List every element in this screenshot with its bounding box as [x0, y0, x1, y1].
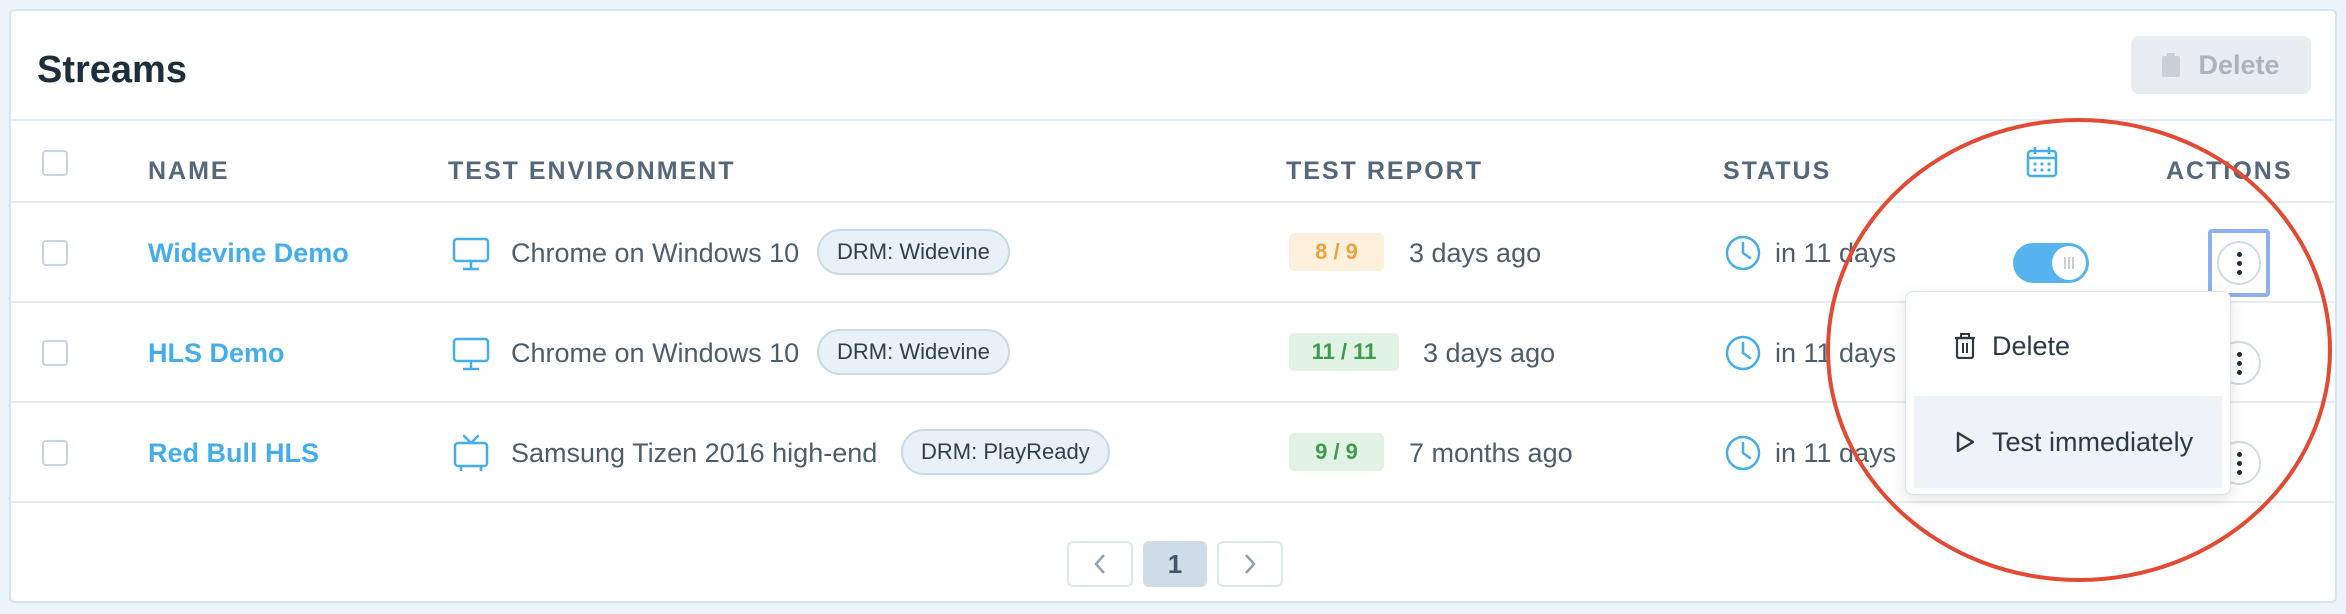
menu-item-delete[interactable]: Delete [1914, 300, 2222, 392]
chevron-left-icon [1094, 554, 1105, 574]
menu-item-test-immediately[interactable]: Test immediately [1914, 396, 2222, 488]
divider [11, 501, 2335, 503]
kebab-icon [2236, 451, 2242, 475]
kebab-icon [2236, 351, 2242, 375]
prev-page-button[interactable] [1067, 541, 1133, 587]
streams-panel: Streams Delete NAME TEST ENVIRONMENT TES… [9, 9, 2337, 603]
clock-icon [1725, 335, 1761, 371]
page-1-button[interactable]: 1 [1143, 541, 1207, 587]
drm-badge: DRM: PlayReady [901, 429, 1110, 475]
test-environment: Chrome on Windows 10 [511, 338, 800, 368]
delete-button-label: Delete [2198, 49, 2280, 80]
test-environment: Chrome on Windows 10 [511, 238, 800, 268]
kebab-icon [2236, 251, 2242, 275]
report-time[interactable]: 3 days ago [1423, 338, 1555, 369]
tv-icon [453, 434, 489, 471]
row-checkbox[interactable] [42, 340, 68, 366]
drm-badge: DRM: Widevine [817, 229, 1010, 275]
test-score-badge[interactable]: 8 / 9 [1289, 233, 1384, 271]
test-score-badge[interactable]: 9 / 9 [1289, 433, 1384, 471]
clock-icon [1725, 435, 1761, 471]
report-time[interactable]: 7 months ago [1409, 438, 1573, 469]
divider [11, 201, 2335, 203]
column-header-test-environment[interactable]: TEST ENVIRONMENT [448, 157, 736, 186]
row-checkbox[interactable] [42, 440, 68, 466]
menu-item-label: Test immediately [1992, 426, 2194, 457]
drm-badge: DRM: Widevine [817, 329, 1010, 375]
row-actions-menu: Delete Test immediately [1905, 291, 2231, 495]
monitor-icon [452, 237, 490, 271]
play-icon [1956, 431, 1975, 453]
next-run-status: in 11 days [1775, 438, 1897, 468]
calendar-icon[interactable] [2025, 145, 2059, 179]
divider [11, 119, 2335, 121]
next-run-status: in 11 days [1775, 338, 1897, 368]
stream-name-link[interactable]: HLS Demo [148, 338, 285, 369]
delete-button[interactable]: Delete [2131, 36, 2311, 94]
next-page-button[interactable] [1217, 541, 1283, 587]
monitor-icon [452, 337, 490, 371]
row-checkbox[interactable] [42, 240, 68, 266]
next-run-status: in 11 days [1775, 238, 1897, 268]
menu-item-label: Delete [1992, 330, 2071, 361]
report-time[interactable]: 3 days ago [1409, 238, 1541, 269]
chevron-right-icon [1245, 554, 1256, 574]
trash-icon [1955, 333, 1975, 359]
column-header-test-report[interactable]: TEST REPORT [1286, 157, 1483, 186]
column-header-actions: ACTIONS [2166, 157, 2293, 185]
page-title: Streams [37, 49, 187, 91]
trash-icon [2162, 53, 2181, 77]
schedule-toggle[interactable] [2013, 243, 2089, 283]
test-score-badge[interactable]: 11 / 11 [1289, 333, 1399, 371]
select-all-checkbox[interactable] [42, 150, 68, 176]
column-header-status[interactable]: STATUS [1723, 157, 1831, 186]
test-environment: Samsung Tizen 2016 high-end [511, 438, 878, 468]
column-header-name[interactable]: NAME [148, 157, 230, 186]
clock-icon [1725, 235, 1761, 271]
row-actions-button[interactable] [2217, 241, 2261, 285]
stream-name-link[interactable]: Widevine Demo [148, 238, 349, 269]
stream-name-link[interactable]: Red Bull HLS [148, 438, 319, 469]
